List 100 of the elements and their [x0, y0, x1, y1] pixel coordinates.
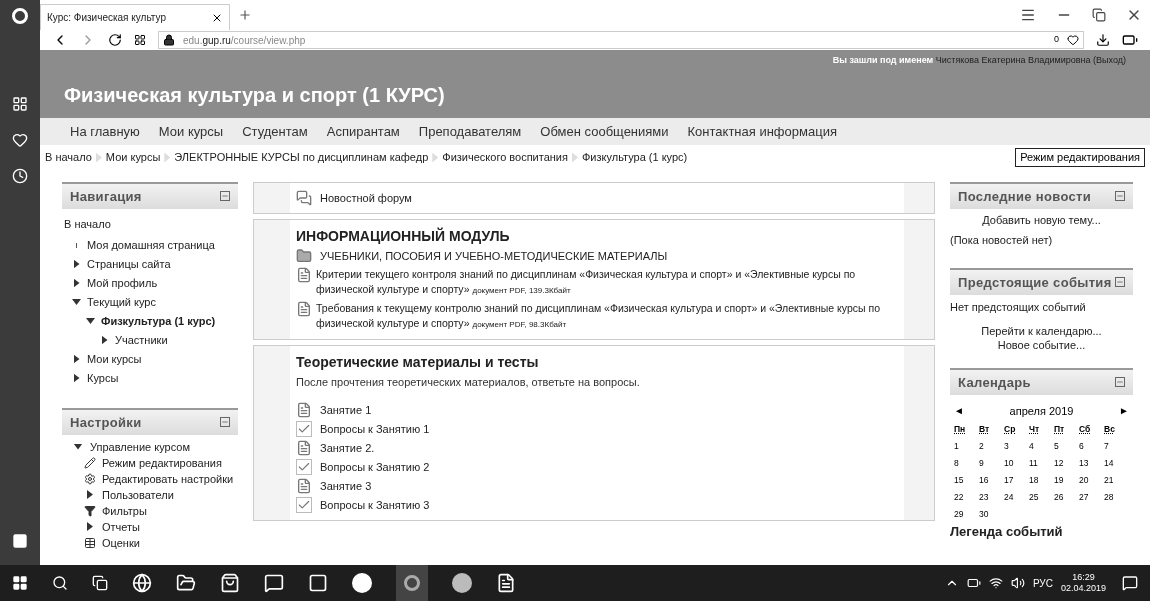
search-icon[interactable] [52, 575, 68, 591]
activity-link[interactable]: Вопросы к Занятию 1 [320, 420, 430, 437]
calendar-day[interactable]: 12 [1054, 457, 1079, 469]
round-app-icon[interactable] [452, 573, 472, 593]
address-bar[interactable]: edu.gup.ru/course/view.php 0 [158, 31, 1084, 49]
activity-link[interactable]: Новостной форум [320, 190, 412, 206]
calendar-day[interactable]: 21 [1104, 474, 1129, 486]
activity-link[interactable]: Критерии текущего контроля знаний по дисциплинам «Физическая культура и спорт» и «Элективные курсы по физической культуре и спорту» документ PDF, 139.3Кбайт [316, 267, 898, 298]
calendar-day[interactable]: 23 [979, 491, 1004, 503]
settings-link[interactable]: Режим редактирования [102, 455, 222, 470]
events-link[interactable]: Новое событие... [997, 337, 1086, 352]
nav-link[interactable]: Текущий курс [87, 294, 156, 310]
menu-item[interactable]: На главную [70, 121, 140, 142]
chat-app-icon[interactable] [264, 573, 284, 593]
activity-link[interactable]: Требования к текущему контролю знаний по дисциплинам «Физическая культура и спорт» и «Элективные курсы по физической культуре и спорту» документ PDF, 98.3Кбайт [316, 301, 898, 332]
nav-link[interactable]: Участники [115, 332, 168, 348]
nav-link[interactable]: Курсы [87, 370, 119, 386]
nav-link[interactable]: Мой профиль [87, 275, 158, 291]
document-app-icon[interactable] [496, 573, 516, 593]
activity-link[interactable]: Занятие 3 [320, 477, 372, 494]
user-link[interactable]: Чистякова Екатерина Владимировна [935, 55, 1091, 65]
nav-link[interactable]: Моя домашняя страница [87, 237, 215, 253]
nav-link[interactable]: В начало [62, 213, 238, 236]
language-indicator[interactable]: РУС [1032, 575, 1053, 591]
app-icon[interactable] [308, 573, 328, 593]
round-app-icon[interactable] [352, 573, 372, 593]
prev-month-button[interactable]: ◄ [954, 403, 964, 419]
calendar-day[interactable]: 1 [954, 440, 979, 452]
collapse-icon[interactable] [1115, 376, 1125, 387]
restore-icon[interactable] [1092, 8, 1106, 22]
settings-link[interactable]: Отчеты [102, 519, 141, 534]
browser-tab[interactable]: Курс: Физическая культур [40, 4, 230, 30]
calendar-day[interactable]: 9 [979, 457, 1004, 469]
store-app-icon[interactable] [220, 573, 240, 593]
calendar-day[interactable]: 28 [1104, 491, 1129, 503]
calendar-day[interactable]: 2 [979, 440, 1004, 452]
collapse-icon[interactable] [1115, 277, 1125, 287]
opera-app-icon[interactable] [396, 565, 428, 601]
calendar-day[interactable]: 15 [954, 474, 979, 486]
calendar-day[interactable]: 3 [1004, 440, 1029, 452]
settings-link[interactable]: Управление курсом [90, 439, 190, 454]
heart-icon[interactable] [1067, 34, 1079, 46]
settings-link[interactable]: Пользователи [102, 487, 174, 502]
settings-link[interactable]: Фильтры [102, 503, 147, 518]
menu-item[interactable]: Контактная информация [687, 121, 837, 142]
calendar-day[interactable]: 20 [1079, 474, 1104, 486]
calendar-day[interactable]: 14 [1104, 457, 1129, 469]
settings-link[interactable]: Редактировать настройки [102, 471, 234, 486]
sidebar-toggle-icon[interactable] [12, 533, 28, 549]
collapse-icon[interactable] [1115, 191, 1125, 201]
browser-app-icon[interactable] [132, 573, 152, 593]
breadcrumb-link[interactable]: Физического воспитания [442, 149, 568, 166]
settings-link[interactable]: Оценки [102, 535, 140, 550]
heart-icon[interactable] [12, 132, 28, 148]
clock-date[interactable]: 02.04.2019 [1060, 583, 1106, 594]
calendar-day[interactable]: 8 [954, 457, 979, 469]
wifi-icon[interactable] [988, 576, 1003, 590]
speed-dial-icon[interactable] [12, 96, 28, 112]
menu-item[interactable]: Студентам [242, 121, 308, 142]
activity-link[interactable]: Занятие 1 [320, 401, 372, 418]
history-icon[interactable] [12, 168, 28, 184]
breadcrumb-link[interactable]: ЭЛЕКТРОННЫЕ КУРСЫ по дисциплинам кафедр [174, 149, 429, 166]
notifications-icon[interactable] [1122, 575, 1138, 591]
next-month-button[interactable]: ► [1119, 403, 1129, 419]
menu-item[interactable]: Обмен сообщениями [540, 121, 669, 142]
collapse-icon[interactable] [220, 416, 230, 427]
calendar-day[interactable]: 25 [1029, 491, 1054, 503]
tab-menu-icon[interactable] [1020, 7, 1036, 23]
volume-icon[interactable] [1010, 576, 1025, 590]
nav-link[interactable]: Мои курсы [87, 351, 142, 367]
breadcrumb-link[interactable]: Мои курсы [105, 149, 161, 166]
calendar-day[interactable]: 4 [1029, 440, 1054, 452]
add-topic-link[interactable]: Добавить новую тему... [950, 209, 1133, 232]
reload-icon[interactable] [108, 33, 122, 47]
browser-logo-icon[interactable] [12, 8, 28, 24]
menu-item[interactable]: Аспирантам [326, 121, 400, 142]
breadcrumb-link[interactable]: В начало [45, 149, 92, 166]
logout-link[interactable]: (Выход) [1093, 55, 1126, 65]
calendar-day[interactable]: 6 [1079, 440, 1104, 452]
edit-mode-button[interactable]: Режим редактирования [1015, 148, 1145, 167]
calendar-day[interactable]: 18 [1029, 474, 1054, 486]
task-view-icon[interactable] [92, 575, 108, 591]
calendar-day[interactable]: 10 [1004, 457, 1029, 469]
calendar-day[interactable]: 5 [1054, 440, 1079, 452]
activity-link[interactable]: Вопросы к Занятию 3 [320, 496, 430, 513]
nav-link[interactable]: Физкультура (1 курс) [101, 313, 216, 329]
collapse-icon[interactable] [220, 191, 230, 201]
download-icon[interactable] [1096, 33, 1110, 47]
calendar-day[interactable]: 19 [1054, 474, 1079, 486]
calendar-day[interactable]: 17 [1004, 474, 1029, 486]
calendar-day[interactable]: 22 [954, 491, 979, 503]
calendar-day[interactable]: 13 [1079, 457, 1104, 469]
clock-time[interactable]: 16:29 [1072, 572, 1095, 583]
activity-link[interactable]: УЧЕБНИКИ, ПОСОБИЯ И УЧЕБНО-МЕТОДИЧЕСКИЕ МАТЕРИАЛЫ [320, 248, 668, 264]
calendar-day[interactable]: 11 [1029, 457, 1054, 469]
calendar-day[interactable]: 7 [1104, 440, 1129, 452]
calendar-day[interactable]: 29 [954, 508, 979, 520]
battery-icon[interactable] [966, 576, 981, 590]
start-icon[interactable] [12, 575, 28, 591]
activity-link[interactable]: Занятие 2. [320, 439, 375, 456]
